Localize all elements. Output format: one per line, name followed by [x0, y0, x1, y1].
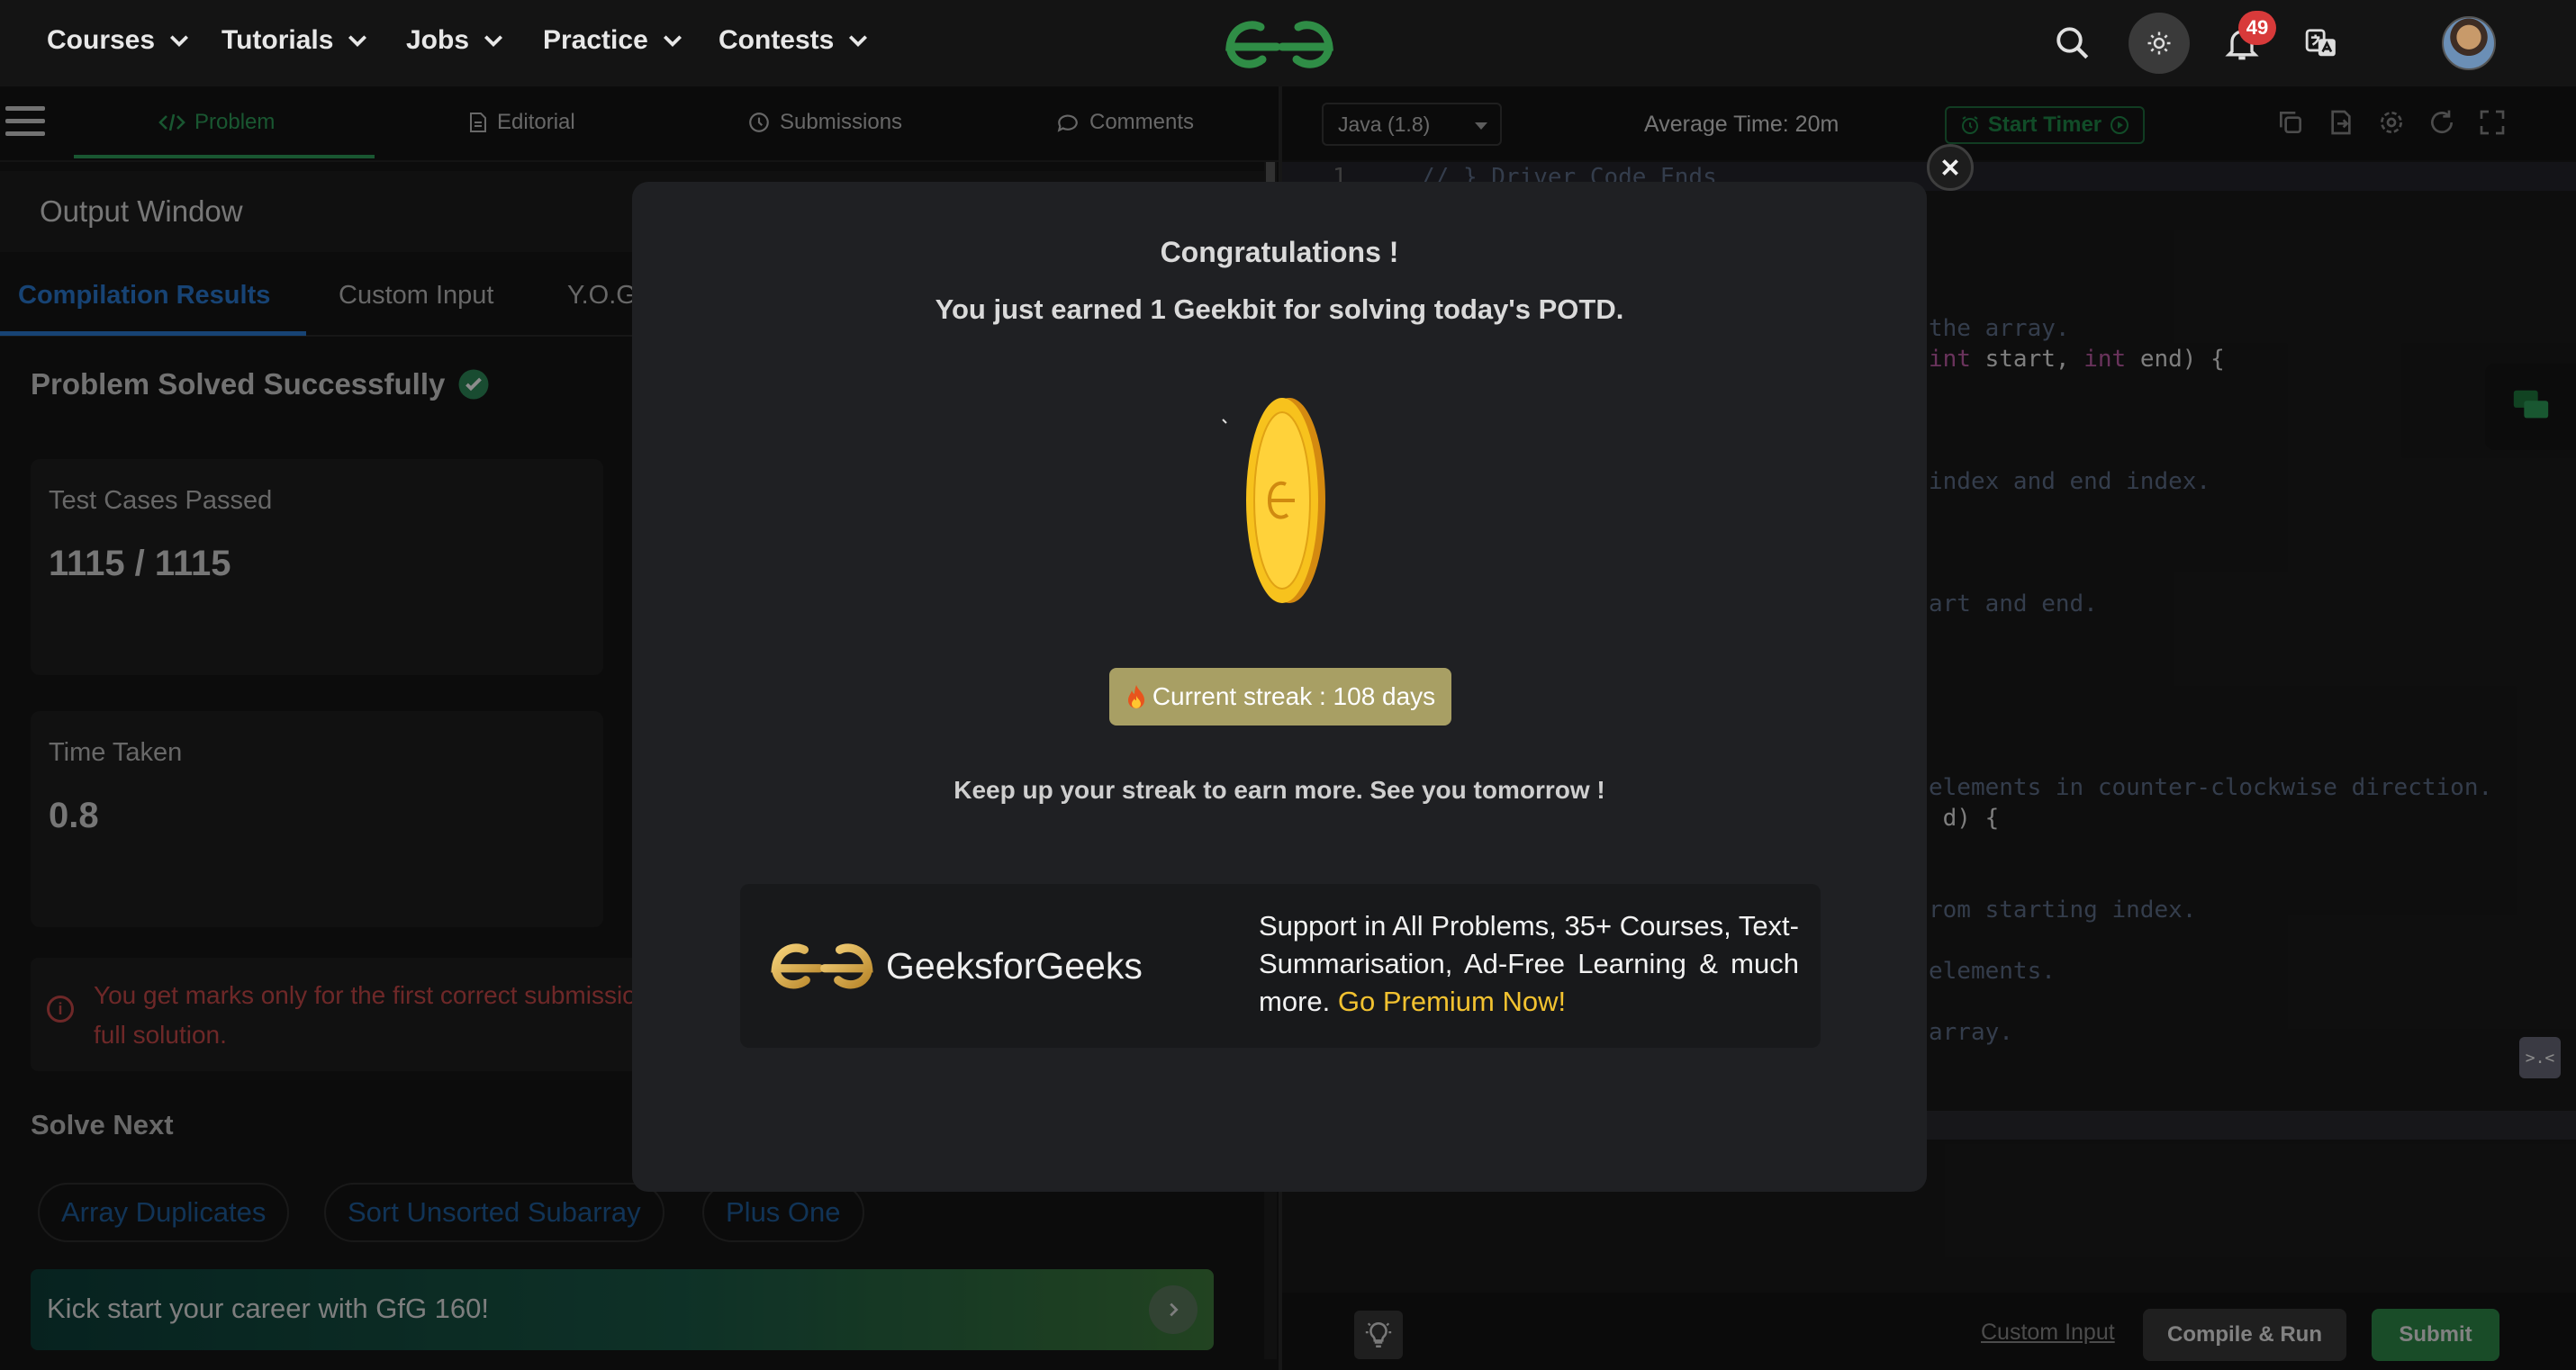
nav-tutorials[interactable]: Tutorials — [221, 25, 369, 56]
streak-badge: Current streak : 108 days — [1109, 668, 1451, 726]
nav-tutorials-label: Tutorials — [221, 25, 334, 55]
close-modal-button[interactable] — [1927, 144, 1974, 191]
search-icon — [2056, 27, 2089, 59]
search-button[interactable] — [2046, 16, 2100, 70]
modal-title: Congratulations ! — [1160, 236, 1399, 268]
sun-icon — [2147, 32, 2171, 55]
gfg-logo[interactable] — [1223, 14, 1336, 72]
fire-icon — [1127, 685, 1144, 708]
nav-jobs[interactable]: Jobs — [406, 25, 505, 56]
gfg-wordmark: GeeksforGeeks — [886, 945, 1143, 987]
sparkle-icon — [1222, 419, 1227, 424]
gfg-gold-logo — [771, 943, 873, 989]
translate-button[interactable] — [2294, 16, 2348, 70]
translate-icon — [2305, 29, 2336, 57]
user-avatar[interactable] — [2442, 16, 2496, 70]
notification-badge: 49 — [2238, 11, 2276, 45]
chevron-down-icon — [170, 35, 189, 48]
chevron-down-icon — [849, 35, 868, 48]
modal-subtitle: You just earned 1 Geekbit for solving to… — [935, 293, 1624, 325]
nav-practice[interactable]: Practice — [543, 25, 684, 56]
close-icon — [1942, 159, 1958, 176]
geekbit-coin-icon — [1246, 398, 1325, 603]
keep-up-message: Keep up your streak to earn more. See yo… — [954, 776, 1605, 804]
go-premium-link[interactable]: Go Premium Now! — [1338, 986, 1566, 1017]
nav-courses[interactable]: Courses — [47, 25, 191, 56]
nav-contests-label: Contests — [719, 25, 835, 55]
chevron-down-icon — [484, 35, 503, 48]
top-nav: Courses Tutorials Jobs Practice Contests… — [0, 0, 2576, 86]
streak-text: Current streak : 108 days — [1152, 682, 1436, 710]
nav-jobs-label: Jobs — [406, 25, 470, 55]
premium-promo[interactable]: GeeksforGeeks Support in All Problems, 3… — [740, 884, 1821, 1048]
nav-courses-label: Courses — [47, 25, 156, 55]
chevron-down-icon — [348, 35, 367, 48]
chevron-down-icon — [663, 35, 682, 48]
nav-contests[interactable]: Contests — [719, 25, 870, 56]
theme-toggle[interactable] — [2129, 13, 2190, 74]
premium-description: Support in All Problems, 35+ Courses, Te… — [1259, 907, 1799, 1021]
nav-practice-label: Practice — [543, 25, 648, 55]
